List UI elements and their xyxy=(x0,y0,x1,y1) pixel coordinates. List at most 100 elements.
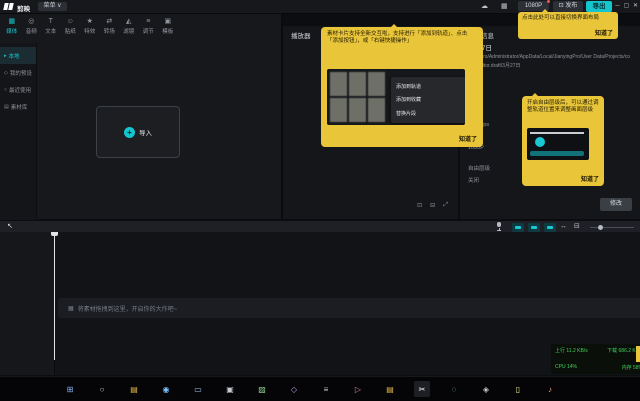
player-header: 播放器 xyxy=(291,30,311,40)
cpu-usage: CPU 14% xyxy=(555,364,577,371)
select-tool-icon[interactable]: ↖ xyxy=(7,222,13,232)
preset-icon: ◇ xyxy=(4,70,8,76)
import-dropzone[interactable]: + 导入 xyxy=(96,106,180,158)
export-button[interactable]: 导出 xyxy=(586,1,612,12)
template-icon: ▣ xyxy=(164,17,171,26)
taskbar-search-icon[interactable]: ○ xyxy=(94,381,110,397)
tooltip-layout-guide: 点击此处可以直接切换界面布局 知道了 xyxy=(518,12,618,39)
context-menu-thumbnail: 添加到轨道 添加到收藏 替换片段 xyxy=(391,77,465,123)
media-sidebar: ▸ 本地 ◇ 我的预设 ○ 最近使用 ▤ 素材库 xyxy=(0,43,37,223)
record-voice-icon[interactable] xyxy=(495,222,503,232)
tab-template[interactable]: ▣ 模板 xyxy=(158,14,178,35)
timeline-tracks: ▦ 将素材拖拽到这里，开启你的大作吧~ xyxy=(0,232,640,375)
publish-button[interactable]: ⊡ 发布 xyxy=(553,1,583,12)
tab-audio[interactable]: ◎ 音频 xyxy=(22,14,42,35)
sidebar-item-local[interactable]: ▸ 本地 xyxy=(0,47,36,64)
auto-snap-toggle[interactable] xyxy=(528,223,540,232)
guide-screenshot: 添加到轨道 添加到收藏 替换片段 xyxy=(327,69,465,125)
clock-icon: ○ xyxy=(4,87,7,93)
timeline-zoom-slider[interactable] xyxy=(590,227,634,228)
draft-path: C:/Users/Administrator/AppData/Local/Jia… xyxy=(468,53,632,70)
tooltip-arrow xyxy=(542,9,548,12)
ratio-icon[interactable]: ⊡ xyxy=(417,202,422,209)
tab-sticker[interactable]: ☺ 贴纸 xyxy=(61,14,81,35)
got-it-button[interactable]: 知道了 xyxy=(595,28,613,37)
timeline-zoom-fit-icon[interactable]: ⊟ xyxy=(574,222,580,232)
text-icon: T xyxy=(49,17,53,26)
fit-icon[interactable]: ⊟ xyxy=(430,202,435,209)
media-panel: ▦ 媒体 ◎ 音频 T 文本 ☺ 贴纸 ★ 特效 ⇄ 转场 ◭ 滤镜 ≡ 调节 … xyxy=(0,13,283,219)
audio-icon: ◎ xyxy=(28,17,34,26)
taskbar-app-icon[interactable]: ▯ xyxy=(510,381,526,397)
taskbar-app-icon[interactable]: ▣ xyxy=(222,381,238,397)
player-controls: ⊡ ⊟ ⤢ xyxy=(417,202,448,209)
track-bar-thumbnail xyxy=(530,151,584,156)
plus-icon: + xyxy=(124,127,135,138)
sticker-icon: ☺ xyxy=(67,17,74,26)
sidebar-item-presets[interactable]: ◇ 我的预设 xyxy=(0,64,36,81)
got-it-button[interactable]: 知道了 xyxy=(459,134,477,143)
taskbar-app-icon[interactable]: ▨ xyxy=(254,381,270,397)
transition-icon: ⇄ xyxy=(106,17,112,26)
tooltip-arrow xyxy=(391,24,397,27)
taskbar-browser-icon[interactable]: ◉ xyxy=(158,381,174,397)
tab-text[interactable]: T 文本 xyxy=(41,14,61,35)
main-track-magnet-toggle[interactable] xyxy=(512,223,524,232)
got-it-button[interactable]: 知道了 xyxy=(581,174,599,183)
media-hint-icon: ▦ xyxy=(68,305,74,312)
taskbar-app-icon[interactable]: ♪ xyxy=(542,381,558,397)
timeline-hint-text: 将素材拖拽到这里，开启你的大作吧~ xyxy=(78,304,178,313)
linkage-toggle[interactable] xyxy=(544,223,556,232)
taskbar-settings-icon[interactable]: ◈ xyxy=(478,381,494,397)
sidebar-item-recent[interactable]: ○ 最近使用 xyxy=(0,81,36,98)
timeline-drop-hint[interactable]: ▦ 将素材拖拽到这里，开启你的大作吧~ xyxy=(58,298,640,318)
taskbar-app-icon[interactable]: ▭ xyxy=(190,381,206,397)
filter-icon: ◭ xyxy=(126,17,131,26)
playhead-line[interactable] xyxy=(54,232,55,360)
effects-icon: ★ xyxy=(87,17,93,26)
memory-usage: 内存 58% xyxy=(622,364,640,371)
window-close-button[interactable]: ✕ xyxy=(631,0,640,13)
tooltip-fragment xyxy=(636,346,640,362)
window-maximize-button[interactable]: ▢ xyxy=(622,0,631,13)
adjust-icon: ≡ xyxy=(146,17,150,26)
taskbar-app-icon[interactable]: ◇ xyxy=(286,381,302,397)
taskbar-app-icon[interactable]: ◌ xyxy=(446,381,462,397)
preview-axis-icon[interactable]: ↔ xyxy=(560,222,567,232)
menu-button[interactable]: 菜单 ∨ xyxy=(38,2,67,11)
cloud-sync-icon[interactable]: ☁ xyxy=(481,2,488,11)
sidebar-item-library[interactable]: ▤ 素材库 xyxy=(0,98,36,115)
taskbar-app-icon[interactable]: ▷ xyxy=(350,381,366,397)
upload-speed: 上行 11.2 KB/s xyxy=(555,347,588,354)
system-stats-overlay: 上行 11.2 KB/s 下载 686.2 KB/s CPU 14% 内存 58… xyxy=(551,344,640,374)
taskbar-app-icon[interactable]: ≡ xyxy=(318,381,334,397)
taskbar-capcut-icon[interactable]: ✂ xyxy=(414,381,430,397)
library-icon: ▤ xyxy=(4,104,9,110)
windows-taskbar: ⊞ ○ ▤ ◉ ▭ ▣ ▨ ◇ ≡ ▷ ▤ ✂ ◌ ◈ ▯ ♪ xyxy=(0,376,640,401)
app-title: 剪映 xyxy=(17,3,30,13)
media-type-toolbar: ▦ 媒体 ◎ 音频 T 文本 ☺ 贴纸 ★ 特效 ⇄ 转场 ◭ 滤镜 ≡ 调节 … xyxy=(2,14,178,35)
tab-media[interactable]: ▦ 媒体 xyxy=(2,14,22,35)
taskbar-start-icon[interactable]: ⊞ xyxy=(62,381,78,397)
media-icon: ▦ xyxy=(8,17,15,26)
media-grid-thumbnail xyxy=(330,72,385,122)
tab-adjust[interactable]: ≡ 调节 xyxy=(139,14,159,35)
free-layer-value: 关闭 xyxy=(468,176,479,184)
guide-screenshot xyxy=(527,128,589,160)
taskbar-explorer-icon[interactable]: ▤ xyxy=(126,381,142,397)
tab-filter[interactable]: ◭ 滤镜 xyxy=(119,14,139,35)
taskbar-app-icon[interactable]: ▤ xyxy=(382,381,398,397)
tooltip-material-guide: 素材卡片支持全新交互啦，支持进行「添加到轨道」、点击「添加按钮」，或「右键快捷操… xyxy=(321,27,483,147)
layout-switch-icon[interactable]: ▦ xyxy=(501,2,508,11)
timeline-zoom-handle[interactable] xyxy=(598,225,603,230)
capcut-logo-icon xyxy=(4,2,14,11)
free-layer-label: 自由层级 xyxy=(468,164,490,172)
modify-button[interactable]: 修改 xyxy=(600,198,632,211)
fullscreen-icon[interactable]: ⤢ xyxy=(443,202,448,209)
tooltip-free-layer-guide: 开启自由层级后，可以通过调整轨道位置来调整画面层级 知道了 xyxy=(522,96,604,186)
caret-icon: ▸ xyxy=(4,53,7,59)
tooltip-arrow xyxy=(532,93,538,96)
tab-transition[interactable]: ⇄ 转场 xyxy=(100,14,120,35)
notification-dot xyxy=(547,0,550,3)
tab-effects[interactable]: ★ 特效 xyxy=(80,14,100,35)
